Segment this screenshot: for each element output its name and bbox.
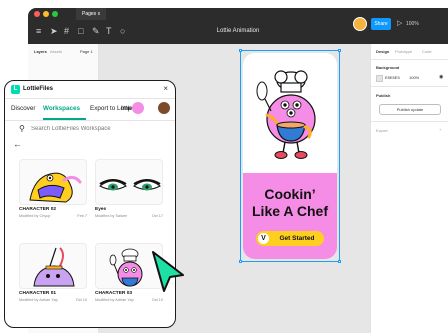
artboard[interactable]: Cookin’ Like A Chef V Get Started bbox=[243, 53, 337, 259]
chef-character-illustration bbox=[256, 70, 316, 159]
tab-import[interactable]: Imp bbox=[121, 104, 132, 114]
resize-handle[interactable] bbox=[338, 49, 341, 52]
divider bbox=[371, 121, 448, 122]
eye-icon[interactable]: ◉ bbox=[439, 74, 443, 80]
card-meta: Modified by Chyup Feb 7 bbox=[19, 214, 87, 219]
divider bbox=[371, 59, 448, 60]
search-icon: ⚲ bbox=[19, 124, 25, 133]
hero-title: Cookin’ Like A Chef bbox=[243, 186, 337, 220]
resize-handle[interactable] bbox=[239, 260, 242, 263]
hero-title-line2: Like A Chef bbox=[252, 203, 328, 219]
share-button[interactable]: Share bbox=[371, 18, 391, 30]
background-opacity[interactable]: 100% bbox=[409, 75, 419, 80]
plugin-tabs: Discover Workspaces Export to Lottie Imp bbox=[5, 98, 175, 121]
card-meta: Modified by Adrian Yap Oct 10 bbox=[95, 298, 163, 303]
publish-label: Publish bbox=[376, 93, 391, 98]
card-modified: Modified by Adrian Yap bbox=[95, 298, 134, 302]
card-modified: Modified by Adrian Yap bbox=[19, 298, 58, 302]
tab-discover[interactable]: Discover bbox=[11, 104, 36, 114]
user-avatar[interactable] bbox=[158, 102, 170, 114]
close-icon[interactable]: × bbox=[163, 84, 168, 94]
background-swatch[interactable] bbox=[376, 75, 383, 82]
design-panel: Design Prototype Code Background E5E5E5 … bbox=[370, 44, 448, 333]
publish-update-button[interactable]: Publish update bbox=[379, 104, 441, 115]
plugin-header: L LottieFiles × bbox=[5, 81, 175, 99]
card-modified: Modified by Chyup bbox=[19, 214, 51, 218]
card-date: Oct 10 bbox=[75, 298, 87, 302]
background-hex[interactable]: E5E5E5 bbox=[385, 75, 400, 80]
tab-code[interactable]: Code bbox=[422, 49, 432, 54]
animation-card[interactable]: CHARACTER 02 Modified by Chyup Feb 7 bbox=[19, 159, 87, 223]
card-title: CHARACTER 01 bbox=[19, 291, 57, 296]
card-meta: Modified by Adrian Yap Oct 10 bbox=[19, 298, 87, 303]
tab-layers[interactable]: Layers bbox=[34, 49, 47, 54]
search-bar: ⚲ bbox=[5, 120, 175, 138]
card-meta: Modified by Saisee Oct 17 bbox=[95, 214, 163, 219]
card-thumbnail[interactable] bbox=[95, 159, 163, 205]
card-date: Feb 7 bbox=[77, 214, 87, 218]
zoom-level[interactable]: 100% bbox=[406, 18, 419, 30]
character-02-thumbnail bbox=[29, 172, 82, 203]
lottiefiles-logo-icon: L bbox=[11, 85, 20, 94]
tab-assets[interactable]: Assets bbox=[50, 49, 62, 54]
add-export-icon[interactable]: + bbox=[439, 127, 441, 132]
tab-pages[interactable]: Pages x bbox=[76, 8, 107, 20]
close-window-button[interactable] bbox=[34, 11, 40, 17]
page-selector[interactable]: Page 1 bbox=[80, 49, 93, 54]
tab-prototype[interactable]: Prototype bbox=[395, 49, 412, 54]
user-avatar[interactable] bbox=[353, 17, 367, 31]
play-icon[interactable]: ▷ bbox=[397, 18, 402, 30]
background-label: Background bbox=[376, 65, 400, 70]
divider bbox=[371, 86, 448, 87]
animation-card[interactable]: Eyes Modified by Saisee Oct 17 bbox=[95, 159, 163, 223]
card-title: Eyes bbox=[95, 207, 107, 212]
character-01-thumbnail bbox=[33, 247, 75, 287]
tab-workspaces[interactable]: Workspaces bbox=[43, 104, 80, 114]
card-thumbnail[interactable] bbox=[19, 243, 87, 289]
cursor-highlight bbox=[132, 102, 144, 114]
hero-title-line1: Cookin’ bbox=[264, 186, 316, 202]
eyes-thumbnail bbox=[99, 179, 161, 191]
get-started-label: Get Started bbox=[279, 235, 315, 242]
tab-design[interactable]: Design bbox=[376, 49, 389, 54]
plugin-title: LottieFiles bbox=[23, 86, 54, 92]
get-started-button[interactable]: V Get Started bbox=[256, 231, 324, 246]
cursor-icon bbox=[152, 251, 184, 292]
card-date: Oct 10 bbox=[151, 298, 163, 302]
animation-card[interactable]: CHARACTER 01 Modified by Adrian Yap Oct 1… bbox=[19, 243, 87, 307]
back-arrow-icon[interactable]: ← bbox=[13, 139, 22, 149]
card-thumbnail[interactable] bbox=[19, 159, 87, 205]
search-input[interactable] bbox=[31, 123, 169, 134]
v-logo-icon: V bbox=[258, 233, 269, 244]
minimize-window-button[interactable] bbox=[43, 11, 49, 17]
tab-close-icon[interactable]: x bbox=[98, 11, 101, 17]
card-title: CHARACTER 03 bbox=[95, 291, 133, 296]
card-modified: Modified by Saisee bbox=[95, 214, 128, 218]
tab-pages-label: Pages bbox=[82, 11, 97, 17]
resize-handle[interactable] bbox=[239, 49, 242, 52]
resize-handle[interactable] bbox=[338, 260, 341, 263]
card-date: Oct 17 bbox=[151, 214, 163, 218]
card-title: CHARACTER 02 bbox=[19, 207, 57, 212]
export-label: Export bbox=[376, 128, 388, 133]
maximize-window-button[interactable] bbox=[52, 11, 58, 17]
